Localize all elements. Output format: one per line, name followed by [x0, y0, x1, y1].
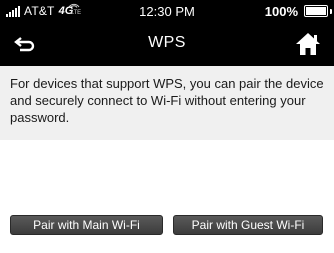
status-right: 100%	[264, 3, 332, 19]
home-button[interactable]	[292, 30, 324, 58]
description-text: For devices that support WPS, you can pa…	[10, 76, 324, 125]
battery-icon	[304, 5, 332, 17]
pair-guest-wifi-button[interactable]: Pair with Guest Wi-Fi	[173, 215, 323, 235]
battery-cap	[329, 8, 332, 14]
status-bar: AT&T 4G LTE 12:30 PM 100%	[0, 0, 334, 22]
pair-main-wifi-button[interactable]: Pair with Main Wi-Fi	[10, 215, 163, 235]
wps-description: For devices that support WPS, you can pa…	[0, 66, 334, 140]
wps-screen: AT&T 4G LTE 12:30 PM 100% WPS For device…	[0, 0, 334, 253]
home-icon	[296, 33, 320, 55]
page-title: WPS	[148, 34, 186, 51]
battery-percent: 100%	[264, 3, 298, 19]
battery-fill	[306, 7, 326, 15]
title-bar: WPS	[0, 22, 334, 66]
